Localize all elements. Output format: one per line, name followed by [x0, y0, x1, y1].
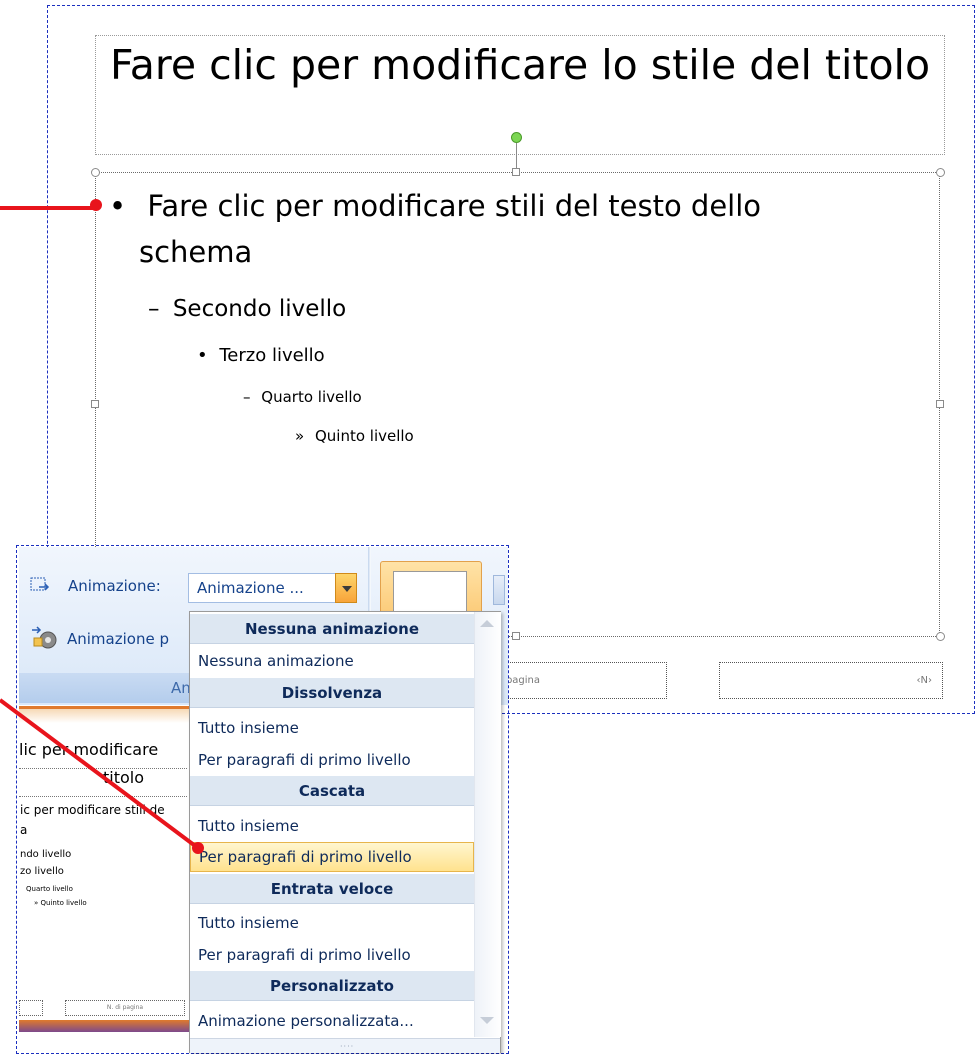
annotation-arrow-bottom-dot	[192, 842, 204, 854]
annotation-arrow-bottom-line	[0, 698, 200, 850]
annotation-arrow-top-dot	[90, 199, 102, 211]
annotation-arrows	[0, 199, 204, 854]
